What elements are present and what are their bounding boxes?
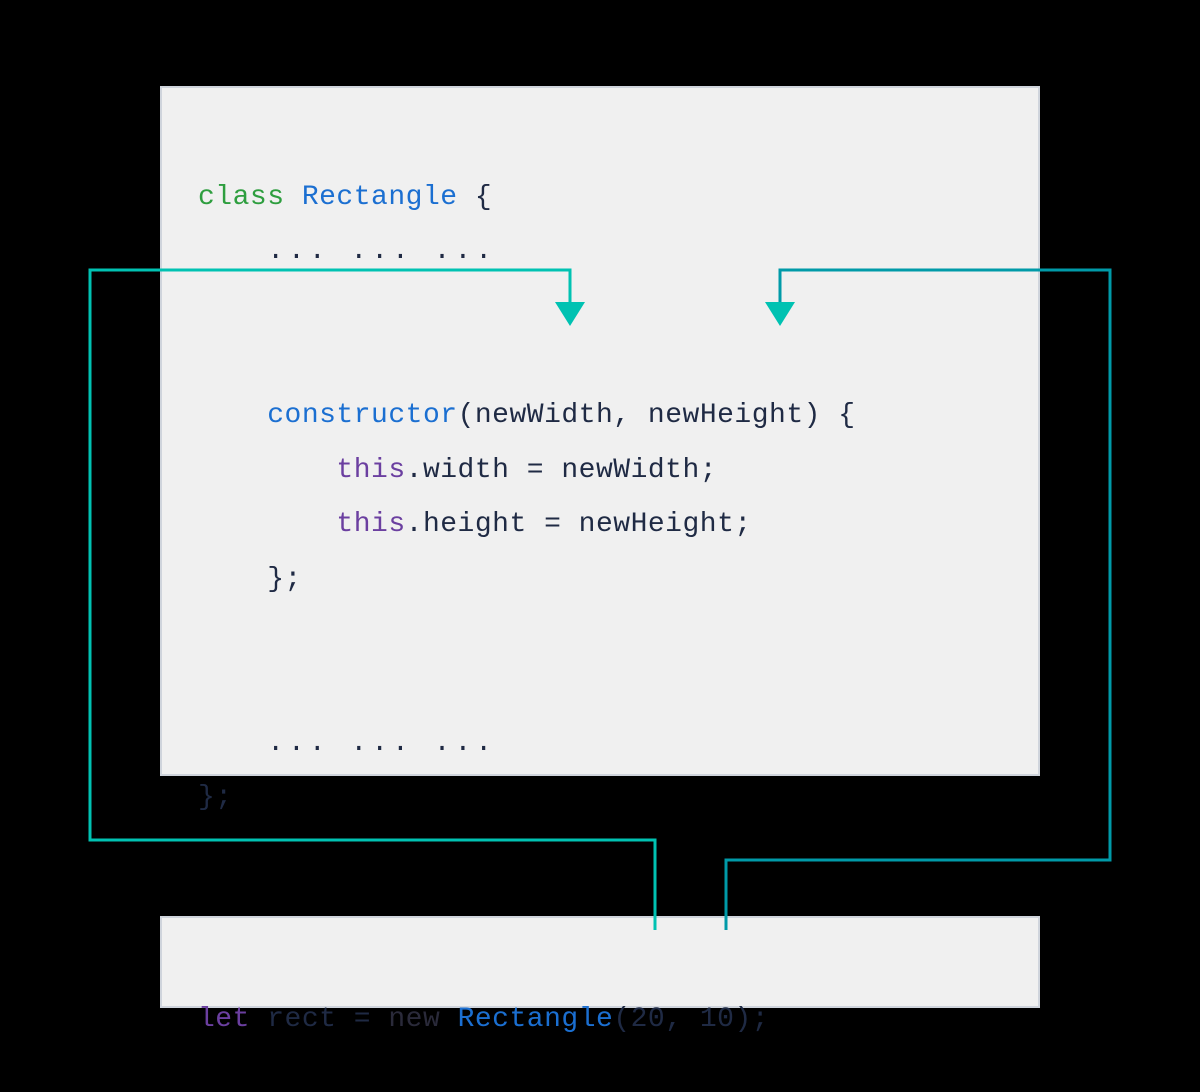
class-close: }; xyxy=(198,782,233,813)
space xyxy=(440,1004,457,1035)
arg-20: 20 xyxy=(631,1004,666,1035)
ellipsis-bottom: ... ... ... xyxy=(267,728,496,759)
open-brace: { xyxy=(458,182,493,213)
var-decl-rect: rect = xyxy=(250,1004,388,1035)
diagram-stage: class Rectangle { ... ... ... constructo… xyxy=(0,0,1200,1092)
arg-sep: , xyxy=(665,1004,700,1035)
ellipsis-top: ... ... ... xyxy=(267,236,496,267)
usage-code: let rect = new Rectangle(20, 10); xyxy=(160,916,1040,1008)
keyword-this-2: this xyxy=(336,509,405,540)
param-close-brace: ) { xyxy=(804,400,856,431)
assign-height: .height = newHeight; xyxy=(406,509,752,540)
param-newHeight: newHeight xyxy=(648,400,804,431)
class-definition-code: class Rectangle { ... ... ... constructo… xyxy=(160,86,1040,776)
keyword-new: new xyxy=(388,1004,440,1035)
call-open: ( xyxy=(613,1004,630,1035)
assign-width: .width = newWidth; xyxy=(406,455,717,486)
class-name: Rectangle xyxy=(302,182,458,213)
usage-type-name: Rectangle xyxy=(458,1004,614,1035)
constructor-close: }; xyxy=(267,564,302,595)
arg-10: 10 xyxy=(700,1004,735,1035)
keyword-let: let xyxy=(198,1004,250,1035)
call-close: ); xyxy=(734,1004,769,1035)
param-open: ( xyxy=(458,400,475,431)
param-sep: , xyxy=(613,400,648,431)
keyword-class: class xyxy=(198,182,285,213)
keyword-this-1: this xyxy=(336,455,405,486)
keyword-constructor: constructor xyxy=(267,400,457,431)
param-newWidth: newWidth xyxy=(475,400,613,431)
